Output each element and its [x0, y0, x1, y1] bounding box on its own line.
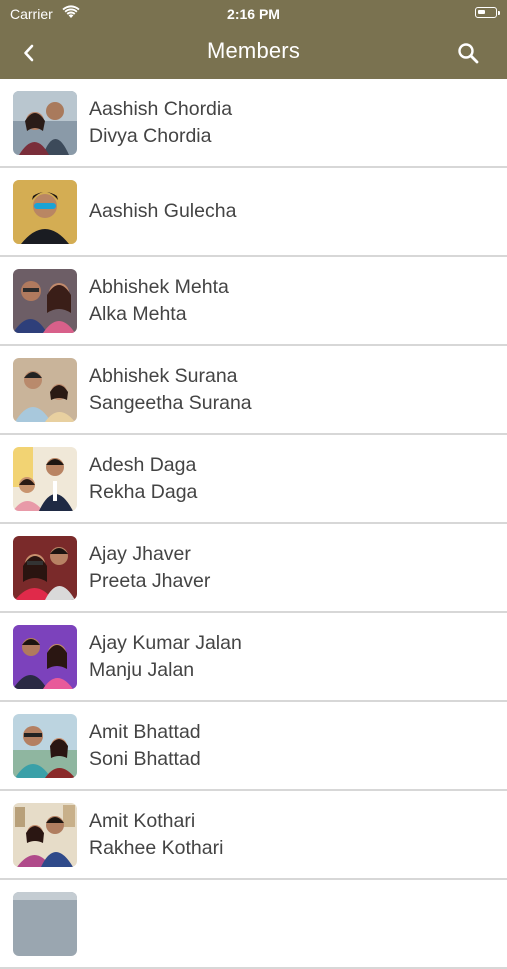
member-primary-name: Aashish Chordia [89, 97, 233, 120]
member-secondary-name: Preeta Jhaver [89, 569, 211, 592]
avatar [13, 180, 77, 244]
member-names: Aashish Gulecha [89, 168, 236, 255]
list-item[interactable]: Abhishek Mehta Alka Mehta [0, 257, 507, 346]
battery-icon [475, 7, 500, 18]
list-item[interactable]: Abhishek Surana Sangeetha Surana [0, 346, 507, 435]
member-primary-name: Aashish Gulecha [89, 200, 237, 222]
member-primary-name: Ajay Kumar Jalan [89, 631, 242, 654]
member-names: Adesh Daga Rekha Daga [89, 435, 197, 522]
member-names: Ajay Kumar Jalan Manju Jalan [89, 613, 242, 700]
member-secondary-name: Rekha Daga [89, 480, 198, 503]
member-secondary-name: Divya Chordia [89, 124, 212, 147]
list-item[interactable]: Ajay Jhaver Preeta Jhaver [0, 524, 507, 613]
avatar [13, 447, 77, 511]
list-item[interactable]: Adesh Daga Rekha Daga [0, 435, 507, 524]
list-item[interactable]: Ajay Kumar Jalan Manju Jalan [0, 613, 507, 702]
avatar [13, 803, 77, 867]
list-item[interactable]: Aashish Gulecha [0, 168, 507, 257]
member-names: Amit Kothari Rakhee Kothari [89, 791, 223, 878]
status-bar: Carrier 2:16 PM [0, 0, 507, 28]
member-names: Aashish Chordia Divya Chordia [89, 79, 232, 166]
member-primary-name: Adesh Daga [89, 453, 197, 476]
avatar [13, 892, 77, 956]
member-secondary-name: Sangeetha Surana [89, 391, 252, 414]
member-primary-name: Amit Bhattad [89, 720, 201, 743]
avatar [13, 625, 77, 689]
avatar [13, 269, 77, 333]
members-list: Aashish Chordia Divya Chordia Aashish Gu… [0, 79, 507, 969]
avatar [13, 358, 77, 422]
member-names: Ajay Jhaver Preeta Jhaver [89, 524, 210, 611]
page-title: Members [206, 38, 301, 63]
list-item[interactable]: Amit Bhattad Soni Bhattad [0, 702, 507, 791]
member-names: Amit Bhattad Soni Bhattad [89, 702, 201, 789]
member-names: Abhishek Surana Sangeetha Surana [89, 346, 252, 433]
clock: 2:16 PM [227, 6, 280, 22]
avatar [13, 536, 77, 600]
member-secondary-name: Alka Mehta [89, 302, 187, 325]
member-names: Abhishek Mehta Alka Mehta [89, 257, 229, 344]
header: Carrier 2:16 PM Members [0, 0, 507, 79]
member-primary-name: Abhishek Mehta [89, 275, 229, 298]
member-primary-name: Ajay Jhaver [89, 542, 191, 565]
member-primary-name: Abhishek Surana [89, 364, 238, 387]
list-item[interactable]: Aashish Chordia Divya Chordia [0, 79, 507, 168]
member-secondary-name: Soni Bhattad [89, 747, 201, 770]
list-item[interactable]: Amit Kothari Rakhee Kothari [0, 791, 507, 880]
nav-bar: Members [0, 28, 507, 79]
member-secondary-name: Manju Jalan [89, 658, 195, 681]
member-primary-name: Amit Kothari [89, 809, 196, 832]
member-secondary-name: Rakhee Kothari [89, 836, 224, 859]
search-icon [458, 43, 479, 64]
list-item[interactable] [0, 880, 507, 969]
search-button[interactable] [453, 38, 483, 68]
avatar [13, 91, 77, 155]
avatar [13, 714, 77, 778]
